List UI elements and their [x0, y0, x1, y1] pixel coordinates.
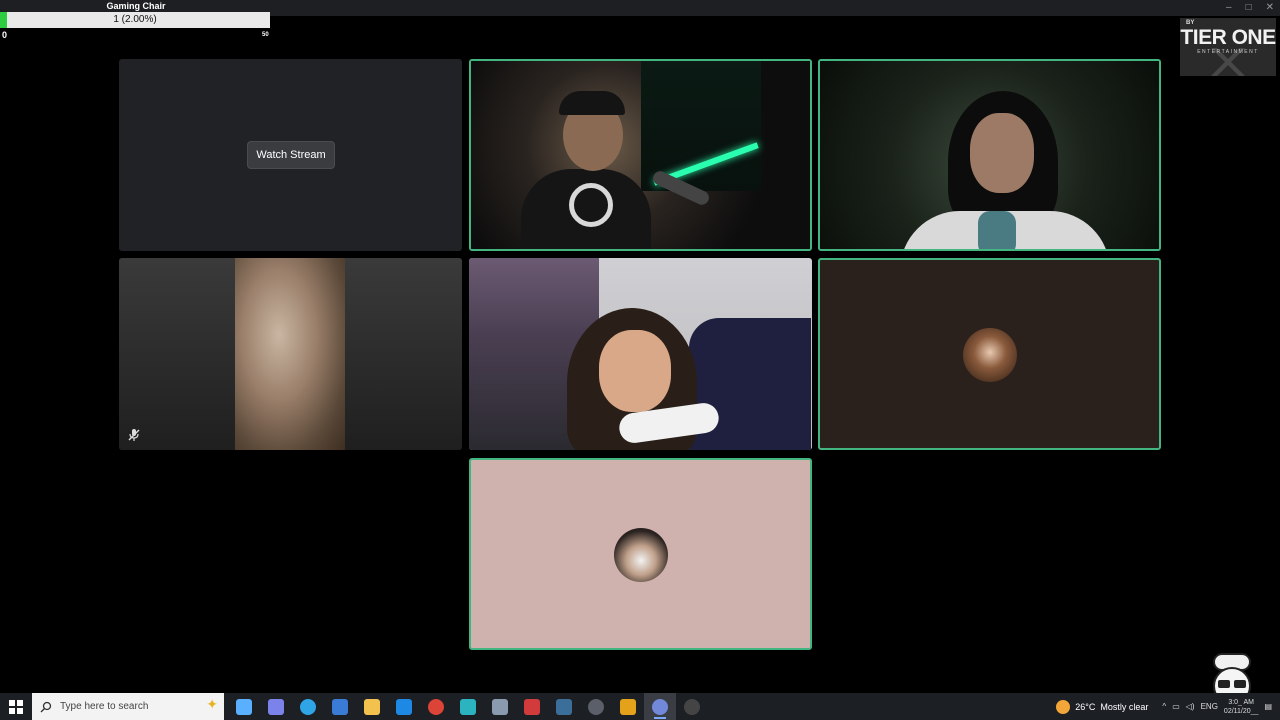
participant-face [599, 330, 671, 412]
chrome-taskbar-button[interactable] [420, 693, 452, 720]
store-icon [332, 698, 348, 715]
participant-face [970, 113, 1034, 193]
app-yellow-icon [620, 698, 636, 715]
window-controls: – □ ✕ [1226, 2, 1274, 14]
participant-avatar-tile-2[interactable] [469, 458, 812, 650]
participant-video-2[interactable] [818, 59, 1161, 251]
goal-min-label: 0 [2, 30, 8, 40]
language-indicator[interactable]: ENG [1201, 702, 1218, 711]
tier-one-logo: BY TIER ONE ENTERTAINMENT [1180, 18, 1276, 76]
teams-icon [268, 698, 284, 715]
obs-icon [684, 698, 700, 715]
logo-name: TIER ONE [1180, 26, 1276, 49]
search-icon [40, 701, 52, 712]
blurred-camera-image [235, 258, 345, 450]
clock-time: 3:0_ AM [1228, 698, 1255, 706]
weather-widget[interactable]: 26°C Mostly clear [1056, 699, 1149, 714]
notepad-icon [460, 698, 476, 715]
store-taskbar-button[interactable] [324, 693, 356, 720]
app-icon [492, 698, 508, 715]
file-explorer-icon [364, 698, 380, 715]
goal-title: Gaming Chair [106, 1, 166, 11]
goal-max-label: 50 [262, 32, 269, 38]
close-button[interactable]: ✕ [1266, 2, 1274, 14]
outlook-taskbar-button[interactable] [388, 693, 420, 720]
stream-tile: Watch Stream [119, 59, 462, 251]
weather-moon-icon [1056, 699, 1071, 714]
participant-video-3[interactable] [119, 258, 462, 450]
goal-progress-text: 1 (2.00%) [113, 14, 157, 25]
avatar [614, 528, 668, 582]
windows-logo-icon [9, 699, 23, 714]
weather-description: Mostly clear [1100, 701, 1149, 712]
taskbar: Type here to search ✦ 26°C Mostly clear … [0, 693, 1280, 720]
chrome-icon [428, 698, 444, 715]
participant-video-feed [119, 258, 462, 450]
discord-taskbar-button[interactable] [644, 693, 676, 720]
participant-avatar-tile-1[interactable] [818, 258, 1161, 450]
app-circle-taskbar-button[interactable] [580, 693, 612, 720]
notifications-icon[interactable]: ▤ [1264, 702, 1272, 711]
participant-video-4[interactable] [469, 258, 812, 450]
maximize-button[interactable]: □ [1246, 2, 1252, 14]
clock[interactable]: 3:0_ AM 02/11/20__ [1224, 698, 1259, 716]
copilot-icon [236, 698, 252, 715]
microphone [978, 211, 1016, 249]
app-circle-icon [588, 698, 604, 715]
search-placeholder: Type here to search [60, 701, 149, 712]
network-icon[interactable]: ▭ [1172, 702, 1180, 711]
watch-stream-button[interactable]: Watch Stream [247, 141, 335, 169]
participant-cap [559, 91, 625, 115]
avatar [963, 328, 1017, 382]
steam-taskbar-button[interactable] [548, 693, 580, 720]
start-button[interactable] [0, 693, 32, 720]
participant-video-feed [471, 61, 810, 249]
participant-video-1[interactable] [469, 59, 812, 251]
minimize-button[interactable]: – [1226, 2, 1232, 14]
steam-icon [556, 698, 572, 715]
shirt-logo [569, 183, 613, 227]
muted-mic-icon [128, 429, 140, 441]
taskbar-search-box[interactable]: Type here to search ✦ [32, 693, 224, 720]
outlook-icon [396, 698, 412, 715]
discord-icon [652, 698, 668, 715]
obs-taskbar-button[interactable] [676, 693, 708, 720]
edge-icon [300, 698, 316, 715]
participant-video-feed [820, 61, 1159, 249]
participant-video-feed [469, 258, 812, 450]
copilot-taskbar-button[interactable] [228, 693, 260, 720]
notepad-taskbar-button[interactable] [452, 693, 484, 720]
volume-icon[interactable]: ◁) [1186, 702, 1195, 711]
logo-tagline: ENTERTAINMENT [1197, 49, 1259, 55]
system-tray: 26°C Mostly clear ^ ▭ ◁) ENG 3:0_ AM 02/… [1056, 693, 1280, 720]
goal-progress-bar: 1 (2.00%) [0, 12, 270, 28]
file-explorer-taskbar-button[interactable] [356, 693, 388, 720]
app-yellow-taskbar-button[interactable] [612, 693, 644, 720]
clock-date: 02/11/20__ [1223, 707, 1259, 715]
teams-taskbar-button[interactable] [260, 693, 292, 720]
show-hidden-icons-chevron-icon[interactable]: ^ [1162, 702, 1166, 711]
app-red-icon [524, 698, 540, 715]
pinned-apps [228, 693, 708, 720]
app-red-taskbar-button[interactable] [516, 693, 548, 720]
app-taskbar-button[interactable] [484, 693, 516, 720]
edge-taskbar-button[interactable] [292, 693, 324, 720]
search-highlight-icon: ✦ [206, 696, 218, 712]
weather-temperature: 26°C [1075, 701, 1096, 712]
